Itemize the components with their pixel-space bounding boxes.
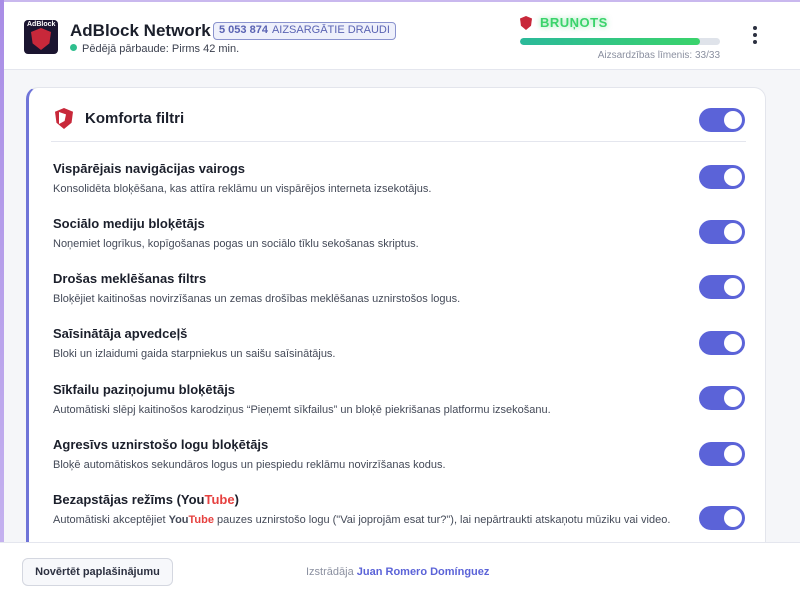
filter-item: Agresīvs uznirstošo logu bloķētājs Bloķē…: [53, 437, 713, 473]
card-title: Komforta filtri: [85, 110, 185, 127]
status-text: BRUŅOTS: [540, 15, 608, 30]
app-logo: AdBlock: [24, 20, 58, 54]
developer-credit: Izstrādāja Juan Romero Domínguez: [306, 566, 490, 578]
filter-desc: Bloki un izlaidumi gaida starpniekus un …: [53, 348, 336, 360]
filter-desc: Automātiski akceptējiet YouTube pauzes u…: [53, 514, 671, 526]
author-link[interactable]: Juan Romero Domínguez: [357, 566, 490, 578]
protection-progress-bar: [520, 38, 720, 45]
more-options-icon[interactable]: [748, 26, 762, 48]
logo-text: AdBlock: [27, 21, 56, 28]
footer: Novērtēt paplašinājumu Izstrādāja Juan R…: [0, 542, 800, 600]
shield-icon: [55, 108, 73, 129]
master-toggle[interactable]: [699, 108, 745, 132]
card-header: Komforta filtri: [51, 108, 746, 142]
filter-item: Saīsinātāja apvedceļš Bloki un izlaidumi…: [53, 326, 713, 362]
protection-level: Aizsardzības līmenis: 33/33: [597, 50, 720, 61]
filter-desc: Bloķējiet kaitinošas novirzīšanas un zem…: [53, 293, 461, 305]
blocked-count-badge: 5 053 874 AIZSARGĀTIE DRAUDI: [213, 22, 396, 40]
filter-desc: Noņemiet logrīkus, kopīgošanas pogas un …: [53, 238, 419, 250]
filter-item: Sociālo mediju bloķētājs Noņemiet logrīk…: [53, 216, 713, 252]
filter-desc: Konsolidēta bloķēšana, kas attīra reklām…: [53, 183, 432, 195]
filter-item: Vispārējais navigācijas vairogs Konsolid…: [53, 161, 713, 197]
filter-toggle[interactable]: [699, 165, 745, 189]
youtube-filter-item: Bezapstājas režīms (YouTube) Automātiski…: [53, 492, 713, 528]
filter-title: Agresīvs uznirstošo logu bloķētājs: [53, 437, 269, 452]
filter-toggle[interactable]: [699, 442, 745, 466]
filter-title: Sīkfailu paziņojumu bloķētājs: [53, 382, 236, 397]
blocked-count: 5 053 874: [219, 24, 268, 36]
header-bar: AdBlock AdBlock Network 5 053 874 AIZSARG…: [0, 0, 800, 70]
filter-toggle[interactable]: [699, 220, 745, 244]
youtube-tube: Tube: [204, 492, 235, 507]
filter-toggle[interactable]: [699, 386, 745, 410]
filter-item: Sīkfailu paziņojumu bloķētājs Automātisk…: [53, 382, 713, 418]
status-dot-icon: [70, 44, 77, 51]
app-title: AdBlock Network: [70, 21, 211, 40]
filter-toggle[interactable]: [699, 506, 745, 530]
rate-extension-button[interactable]: Novērtēt paplašinājumu: [22, 558, 173, 586]
blocked-label: AIZSARGĀTIE DRAUDI: [271, 24, 390, 36]
youtube-you: You: [180, 492, 205, 507]
filter-item: Drošas meklēšanas filtrs Bloķējiet kaiti…: [53, 271, 713, 307]
filter-title: Saīsinātāja apvedceļš: [53, 326, 188, 341]
filter-desc: Bloķē automātiskos sekundāros logus un p…: [53, 459, 446, 471]
shield-icon: [520, 16, 532, 30]
shield-icon: [31, 28, 51, 50]
filter-title: Vispārējais navigācijas vairogs: [53, 161, 245, 176]
filter-toggle[interactable]: [699, 275, 745, 299]
filter-title: Sociālo mediju bloķētājs: [53, 216, 205, 231]
comfort-filters-card: Komforta filtri Vispārējais navigācijas …: [26, 87, 766, 557]
progress-fill: [520, 38, 700, 45]
filter-toggle[interactable]: [699, 331, 745, 355]
filter-desc: Automātiski slēpj kaitinošos karodziņus …: [53, 404, 551, 416]
last-check-label: Pēdējā pārbaude: Pirms 42 min.: [82, 43, 240, 55]
side-accent: [0, 0, 4, 600]
filter-title: Drošas meklēšanas filtrs: [53, 271, 207, 286]
last-check: Pēdējā pārbaude: Pirms 42 min.: [70, 43, 239, 55]
filter-title: Bezapstājas režīms (YouTube): [53, 492, 239, 507]
